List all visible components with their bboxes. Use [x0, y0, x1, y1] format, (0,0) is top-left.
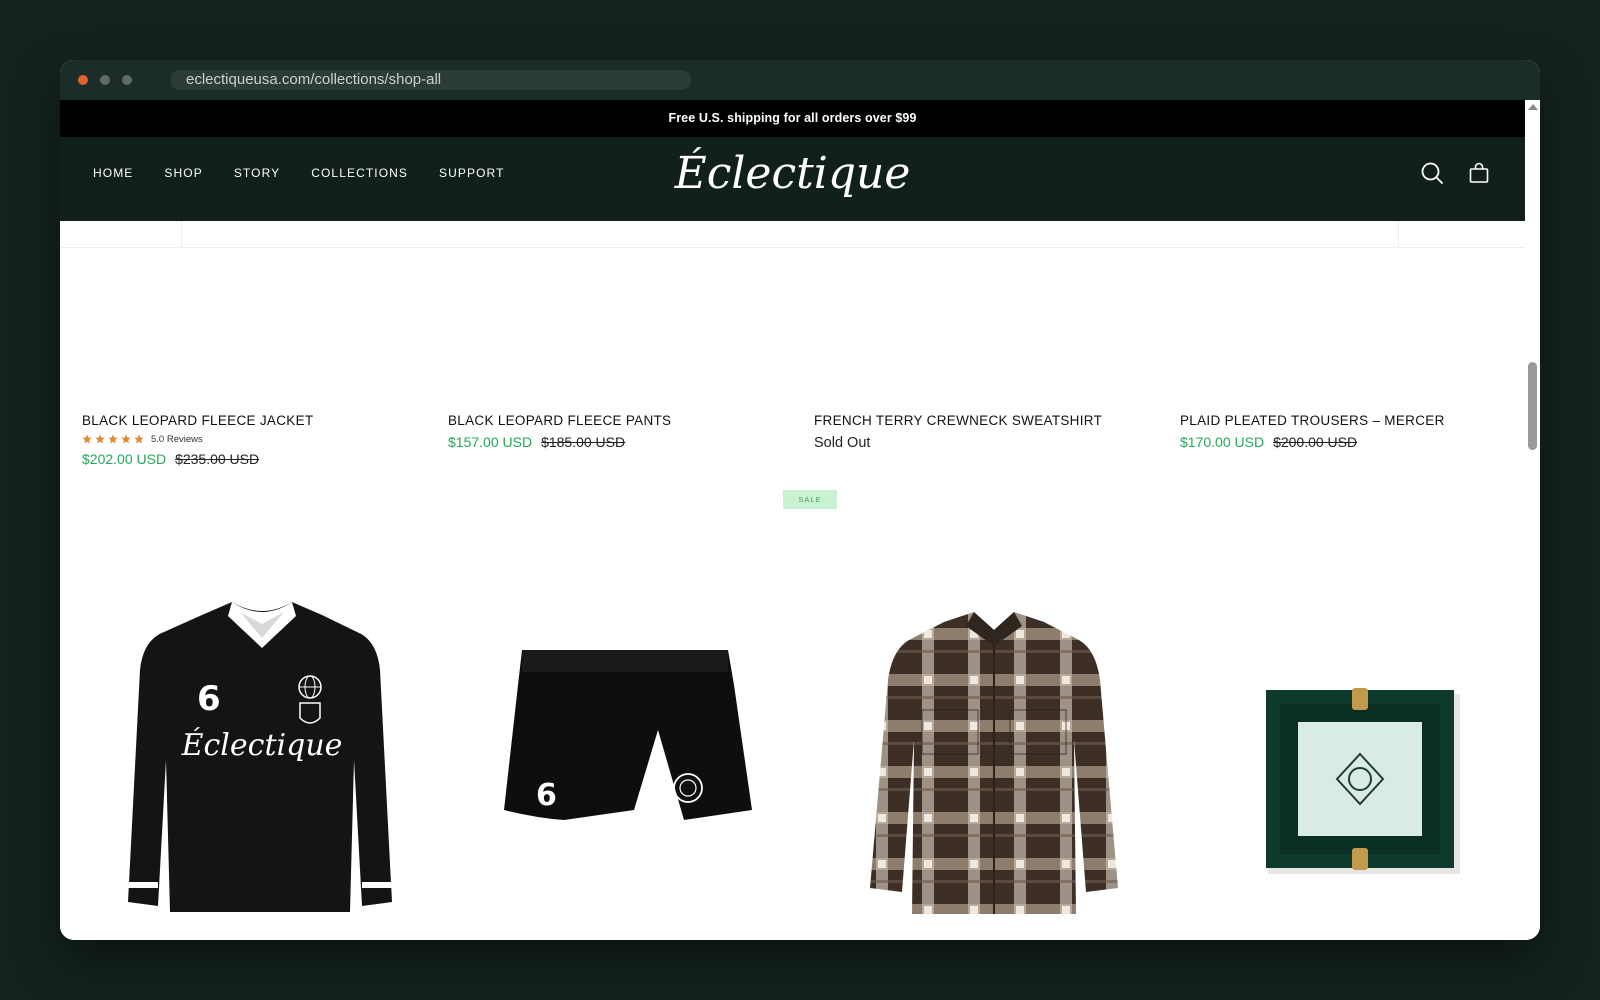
sale-price: $202.00 USD	[82, 451, 167, 467]
browser-window: eclectiqueusa.com/collections/shop-all F…	[60, 60, 1540, 940]
product-title[interactable]: PLAID PLEATED TROUSERS – MERCER	[1180, 413, 1525, 429]
price-row: $157.00 USD $185.00 USD	[448, 433, 808, 451]
price-row: $170.00 USD $200.00 USD	[1180, 433, 1525, 451]
product-image-shorts[interactable]: 6	[448, 520, 808, 940]
site-logo[interactable]: Éclectique	[60, 139, 1525, 209]
scroll-thumb[interactable]	[1528, 362, 1537, 450]
browser-chrome: eclectiqueusa.com/collections/shop-all	[60, 60, 1540, 100]
star-rating	[82, 434, 144, 444]
product-rating: 5.0 Reviews	[82, 432, 442, 446]
product-title[interactable]: BLACK LEOPARD FLEECE JACKET	[82, 413, 442, 429]
product-card-info[interactable]: FRENCH TERRY CREWNECK SWEATSHIRT Sold Ou…	[814, 413, 1174, 452]
compare-price: $200.00 USD	[1273, 434, 1358, 450]
product-card-info[interactable]: PLAID PLEATED TROUSERS – MERCER $170.00 …	[1180, 413, 1525, 451]
compare-price: $235.00 USD	[175, 451, 260, 467]
green-ashtray-image	[1266, 688, 1460, 874]
star-icon	[121, 434, 131, 444]
sale-price: $170.00 USD	[1180, 434, 1265, 450]
page-scrollbar[interactable]	[1525, 100, 1540, 940]
toolbar-divider	[1398, 221, 1399, 248]
star-icon	[95, 434, 105, 444]
jersey-number: 6	[197, 679, 221, 719]
sale-badge: SALE	[783, 490, 837, 509]
black-soccer-jersey-image: 6 Éclectique	[128, 602, 392, 912]
page-content: Free U.S. shipping for all orders over $…	[60, 100, 1525, 940]
plaid-flannel-shirt-image	[870, 612, 1118, 914]
product-image-jersey[interactable]: 6 Éclectique	[82, 520, 442, 940]
address-bar[interactable]: eclectiqueusa.com/collections/shop-all	[170, 70, 691, 90]
black-shorts-image: 6	[504, 650, 752, 820]
product-title[interactable]: BLACK LEOPARD FLEECE PANTS	[448, 413, 808, 429]
announcement-bar: Free U.S. shipping for all orders over $…	[60, 100, 1525, 137]
close-window-button[interactable]	[78, 75, 88, 85]
scroll-up-arrow[interactable]	[1528, 104, 1538, 110]
product-image-flannel[interactable]	[814, 520, 1174, 940]
price-row: Sold Out	[814, 433, 1174, 452]
maximize-window-button[interactable]	[122, 75, 132, 85]
sold-out-label: Sold Out	[814, 435, 871, 451]
star-icon	[82, 434, 92, 444]
jersey-wordmark: Éclectique	[181, 727, 343, 763]
sale-price: $157.00 USD	[448, 434, 533, 450]
reviews-count[interactable]: 5.0 Reviews	[151, 434, 203, 445]
star-icon	[108, 434, 118, 444]
star-icon	[134, 434, 144, 444]
minimize-window-button[interactable]	[100, 75, 110, 85]
site-header: HOME SHOP STORY COLLECTIONS SUPPORT Écle…	[60, 137, 1525, 221]
product-card-info[interactable]: BLACK LEOPARD FLEECE PANTS $157.00 USD $1…	[448, 413, 808, 451]
collection-toolbar	[60, 221, 1525, 248]
toolbar-divider	[181, 221, 182, 248]
product-image-ashtray[interactable]	[1180, 520, 1525, 940]
price-row: $202.00 USD $235.00 USD	[82, 450, 442, 468]
compare-price: $185.00 USD	[541, 434, 626, 450]
shorts-number: 6	[536, 778, 557, 813]
product-card-info[interactable]: BLACK LEOPARD FLEECE JACKET 5.0 Reviews …	[82, 413, 442, 468]
shopping-bag-icon[interactable]	[1467, 161, 1491, 185]
search-icon[interactable]	[1420, 161, 1444, 185]
product-title[interactable]: FRENCH TERRY CREWNECK SWEATSHIRT	[814, 413, 1174, 429]
